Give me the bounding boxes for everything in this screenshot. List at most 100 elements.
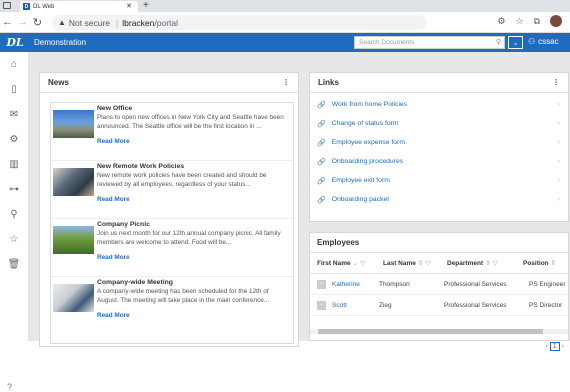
- filter-icon[interactable]: ▽: [493, 259, 498, 267]
- user-menu[interactable]: ⚇cssac: [528, 37, 559, 46]
- pagination: ‹ 1 ›: [546, 343, 565, 350]
- more-icon[interactable]: ⋮: [552, 78, 560, 87]
- sort-icon[interactable]: ⇕: [485, 259, 490, 267]
- chevron-right-icon: ›: [558, 139, 560, 146]
- back-icon[interactable]: ←: [0, 16, 15, 28]
- list-item: Company PicnicJoin us next month for our…: [51, 219, 293, 277]
- link-item[interactable]: 🔗Employee expense form›: [310, 133, 568, 152]
- list-item: Company-wide MeetingA company-wide meeti…: [51, 277, 293, 335]
- column-header-position[interactable]: Position⇕: [517, 259, 556, 267]
- horizontal-scrollbar[interactable]: [310, 329, 568, 334]
- org-chart-icon[interactable]: ⊶: [0, 177, 28, 202]
- page-number[interactable]: 1: [550, 342, 560, 351]
- chevron-right-icon: ›: [558, 158, 560, 165]
- sort-icon[interactable]: ⇕: [551, 259, 556, 267]
- news-item-title: Company-wide Meeting: [97, 278, 291, 287]
- link-item[interactable]: 🔗Change of status form›: [310, 114, 568, 133]
- read-more-link[interactable]: Read More: [97, 137, 291, 146]
- app-logo[interactable]: DL: [0, 36, 30, 49]
- scrollbar-thumb[interactable]: [318, 329, 543, 334]
- news-item-title: Company Picnic: [97, 220, 291, 229]
- chevron-down-icon[interactable]: ⌄: [508, 36, 523, 49]
- document-icon[interactable]: ▯: [0, 77, 28, 102]
- search-icon[interactable]: ⚲: [496, 38, 501, 46]
- table-row[interactable]: ▪ Scott Zieg Professional Services PS Di…: [310, 295, 568, 316]
- more-icon[interactable]: ⋮: [282, 78, 290, 87]
- news-thumbnail: [53, 168, 94, 196]
- news-panel: News ⋮ New OfficePlans to open new office…: [39, 72, 299, 347]
- help-icon[interactable]: ?: [7, 382, 12, 392]
- read-more-link[interactable]: Read More: [97, 311, 291, 320]
- cell-last-name: Thompson: [379, 281, 444, 288]
- prev-page-icon[interactable]: ‹: [546, 343, 548, 350]
- column-header-first-name[interactable]: First Name⌄▽: [310, 259, 373, 267]
- favicon-icon: D: [23, 3, 30, 10]
- chevron-right-icon: ›: [558, 196, 560, 203]
- window-menu-icon[interactable]: [3, 2, 11, 9]
- browser-toolbar: ← → ↻ ▲ Not secure | lbracken /portal ⚙ …: [0, 12, 570, 33]
- news-list: New OfficePlans to open new offices in N…: [50, 102, 294, 344]
- cell-first-name[interactable]: Katherine: [332, 281, 379, 288]
- search-input[interactable]: Search Documents ⚲: [354, 36, 505, 49]
- news-item-title: New Remote Work Policies: [97, 162, 291, 171]
- reload-icon[interactable]: ↻: [30, 16, 45, 29]
- trash-icon[interactable]: 🗑: [0, 252, 28, 277]
- link-item[interactable]: 🔗Onboarding packet›: [310, 190, 568, 209]
- news-thumbnail: [53, 284, 94, 312]
- sidebar: ⌂ ▯ ✉ ⚙ ▥ ⊶ ⚲ ☆ 🗑 ?: [0, 52, 29, 341]
- news-thumbnail: [53, 110, 94, 138]
- close-icon[interactable]: ✕: [126, 2, 132, 10]
- dashboard: News ⋮ New OfficePlans to open new office…: [29, 52, 570, 341]
- cell-first-name[interactable]: Scott: [332, 302, 379, 309]
- inbox-icon[interactable]: ✉: [0, 102, 28, 127]
- links-panel: Links⋮ 🔗Work from home Policies› 🔗Change…: [309, 72, 569, 222]
- browser-tabstrip: D DL Web ✕ +: [0, 0, 570, 12]
- app-title: Demonstration: [34, 38, 86, 47]
- filter-icon[interactable]: ▽: [425, 259, 430, 267]
- app-header: DL Demonstration Search Documents ⚲ ⌄ ⚇c…: [0, 33, 570, 52]
- search-icon[interactable]: ⚲: [0, 202, 28, 227]
- filter-icon[interactable]: ▽: [360, 259, 365, 267]
- collections-icon[interactable]: ⧉: [534, 16, 540, 27]
- url-path: /portal: [154, 18, 178, 28]
- link-item[interactable]: 🔗Work from home Policies›: [310, 95, 568, 114]
- forward-icon[interactable]: →: [15, 16, 30, 28]
- read-more-link[interactable]: Read More: [97, 253, 291, 262]
- news-item-body: New remote work policies have been creat…: [97, 171, 291, 189]
- home-icon[interactable]: ⌂: [0, 52, 28, 77]
- sort-icon[interactable]: ⇕: [418, 259, 423, 267]
- url-host: lbracken: [122, 18, 154, 28]
- security-label: Not secure: [69, 18, 110, 28]
- chevron-right-icon: ›: [558, 177, 560, 184]
- reports-icon[interactable]: ▥: [0, 152, 28, 177]
- news-item-title: New Office: [97, 104, 291, 113]
- link-item[interactable]: 🔗Onboarding procedures›: [310, 152, 568, 171]
- workflow-icon[interactable]: ⚙: [0, 127, 28, 152]
- link-icon: 🔗: [317, 139, 326, 147]
- new-tab-icon[interactable]: +: [143, 0, 149, 11]
- link-icon: 🔗: [317, 120, 326, 128]
- cell-department: Professional Services: [444, 281, 529, 288]
- read-more-link[interactable]: Read More: [97, 195, 291, 204]
- chevron-right-icon: ›: [558, 120, 560, 127]
- chevron-right-icon: ›: [558, 101, 560, 108]
- news-thumbnail: [53, 226, 94, 254]
- favorites-icon[interactable]: ☆: [515, 16, 523, 27]
- next-page-icon[interactable]: ›: [562, 343, 564, 350]
- column-header-department[interactable]: Department⇕▽: [437, 259, 517, 267]
- profile-avatar[interactable]: [550, 15, 562, 27]
- sort-icon[interactable]: ⌄: [353, 259, 358, 267]
- browser-actions: ⚙ ☆ ⧉: [497, 15, 570, 27]
- link-item[interactable]: 🔗Employee exit form›: [310, 171, 568, 190]
- list-item: New Remote Work PoliciesNew remote work …: [51, 161, 293, 219]
- table-row[interactable]: ▪ Katherine Thompson Professional Servic…: [310, 274, 568, 295]
- link-icon: 🔗: [317, 196, 326, 204]
- extension-icon[interactable]: ⚙: [497, 16, 505, 27]
- avatar: ▪: [317, 280, 326, 289]
- star-icon[interactable]: ☆: [0, 227, 28, 252]
- address-bar[interactable]: ▲ Not secure | lbracken /portal: [52, 15, 427, 30]
- user-icon: ⚇: [528, 37, 535, 46]
- column-header-last-name[interactable]: Last Name⇕▽: [373, 259, 437, 267]
- browser-tab[interactable]: D DL Web ✕: [20, 1, 138, 12]
- news-title: News: [48, 78, 69, 87]
